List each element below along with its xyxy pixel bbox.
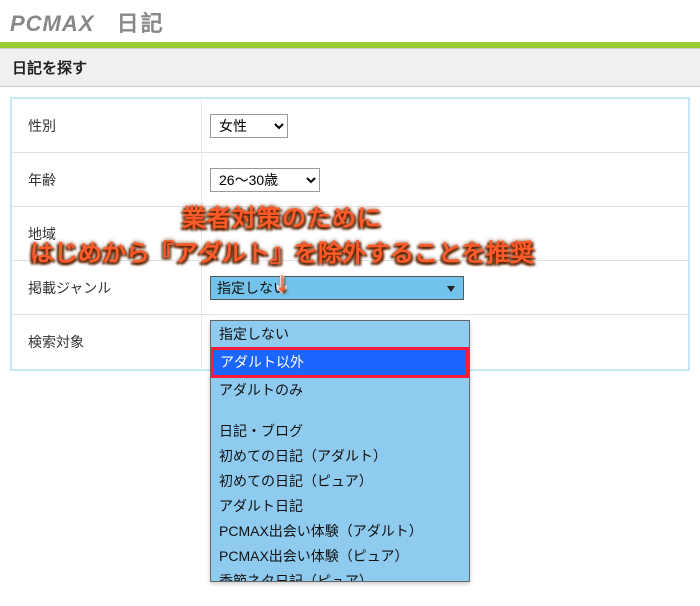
- genre-dropdown-panel[interactable]: 指定しないアダルト以外アダルトのみ日記・ブログ初めての日記（アダルト）初めての日…: [210, 320, 470, 582]
- genre-selected-text: 指定しない: [217, 278, 287, 298]
- gender-select[interactable]: 女性: [210, 114, 288, 138]
- row-gender: 性別 女性: [12, 99, 688, 153]
- genre-option[interactable]: 初めての日記（アダルト）: [211, 444, 469, 469]
- logo-text: PCMAX: [10, 11, 94, 36]
- age-select[interactable]: 26〜30歳: [210, 168, 320, 192]
- genre-option[interactable]: アダルトのみ: [211, 378, 469, 403]
- header-subtitle: 日記: [117, 11, 165, 36]
- dropdown-separator: [211, 403, 469, 419]
- section-title: 日記を探す: [0, 49, 700, 86]
- genre-dropdown-list[interactable]: 指定しないアダルト以外アダルトのみ日記・ブログ初めての日記（アダルト）初めての日…: [211, 321, 469, 581]
- row-age: 年齢 26〜30歳: [12, 153, 688, 207]
- app-header: PCMAX 日記: [0, 0, 700, 42]
- genre-option[interactable]: 日記・ブログ: [211, 419, 469, 444]
- genre-select[interactable]: 指定しない: [210, 276, 464, 300]
- genre-option[interactable]: アダルト日記: [211, 494, 469, 519]
- genre-option[interactable]: 初めての日記（ピュア）: [211, 469, 469, 494]
- genre-option[interactable]: 季節ネタ日記（ピュア）: [211, 569, 469, 581]
- genre-option[interactable]: アダルト以外: [211, 347, 469, 378]
- row-region: 地域: [12, 207, 688, 261]
- row-genre: 掲載ジャンル 指定しない: [12, 261, 688, 315]
- section-title-bar: 日記を探す: [0, 48, 700, 87]
- genre-option[interactable]: PCMAX出会い体験（ピュア）: [211, 544, 469, 569]
- label-gender: 性別: [12, 100, 202, 152]
- label-genre: 掲載ジャンル: [12, 262, 202, 314]
- genre-option[interactable]: PCMAX出会い体験（アダルト）: [211, 519, 469, 544]
- label-target: 検索対象: [12, 316, 202, 368]
- genre-option[interactable]: 指定しない: [211, 322, 469, 347]
- label-region: 地域: [12, 208, 202, 260]
- label-age: 年齢: [12, 154, 202, 206]
